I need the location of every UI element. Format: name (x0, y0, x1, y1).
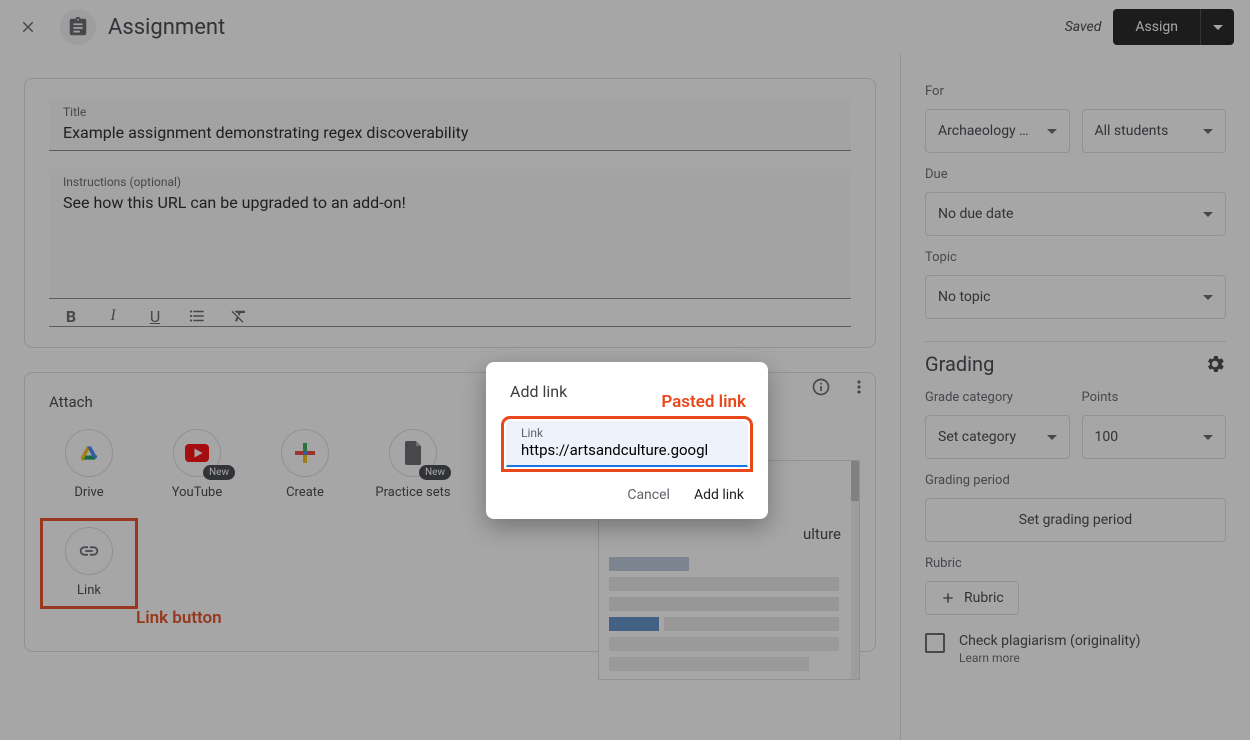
annotation-pasted-link: Pasted link (661, 392, 746, 412)
link-field-label: Link (521, 426, 733, 440)
add-link-button[interactable]: Add link (694, 487, 744, 503)
link-input[interactable] (521, 441, 733, 459)
link-input-wrapper: Link (506, 421, 748, 467)
cancel-button[interactable]: Cancel (627, 487, 670, 503)
add-link-dialog: Add link Pasted link Link Cancel Add lin… (486, 362, 768, 519)
